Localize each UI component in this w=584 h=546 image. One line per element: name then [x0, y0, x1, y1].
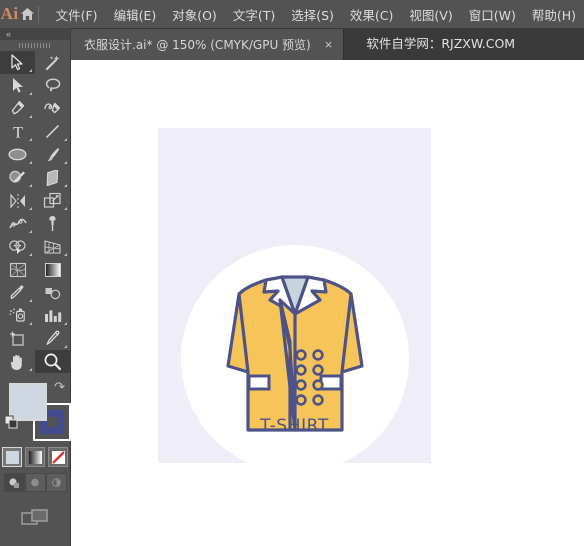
svg-text:T: T — [13, 125, 23, 141]
menu-help[interactable]: 帮助(H) — [524, 0, 584, 28]
symbol-sprayer-tool[interactable] — [0, 304, 35, 327]
flyout-indicator — [29, 138, 32, 141]
free-transform-tool[interactable] — [35, 212, 70, 235]
ellipse-tool[interactable] — [0, 143, 35, 166]
flyout-indicator — [29, 253, 32, 256]
hand-tool[interactable] — [0, 350, 35, 373]
direct-selection-tool[interactable] — [0, 74, 35, 97]
flyout-indicator — [29, 92, 32, 95]
flyout-indicator — [64, 207, 67, 210]
illustrator-window: Ai 文件(F) 编辑(E) 对象(O) 文字(T) 选择(S) 效果(C) 视… — [0, 0, 584, 546]
menu-type[interactable]: 文字(T) — [225, 0, 283, 28]
flyout-indicator — [29, 69, 32, 72]
flyout-indicator — [64, 184, 67, 187]
color-mode-buttons — [0, 447, 70, 467]
flyout-indicator — [64, 138, 67, 141]
flyout-indicator — [29, 368, 32, 371]
document-tab[interactable]: 衣服设计.ai* @ 150% (CMYK/GPU 预览) × — [70, 29, 345, 60]
pen-tool[interactable] — [0, 97, 35, 120]
column-graph-tool[interactable] — [35, 304, 70, 327]
width-tool[interactable] — [0, 212, 35, 235]
flyout-indicator — [29, 299, 32, 302]
none-color-mode[interactable] — [48, 447, 68, 467]
mesh-tool[interactable] — [0, 258, 35, 281]
default-fill-stroke-icon[interactable] — [4, 415, 19, 435]
document-tab-bar: 衣服设计.ai* @ 150% (CMYK/GPU 预览) × 软件自学网：RJ… — [70, 28, 584, 60]
menu-divider — [38, 5, 39, 23]
slice-tool[interactable] — [35, 327, 70, 350]
artwork-label: T-SHIRT — [260, 416, 329, 436]
flyout-indicator — [64, 161, 67, 164]
flyout-indicator — [29, 322, 32, 325]
blend-tool[interactable] — [35, 281, 70, 304]
draw-normal-mode[interactable] — [3, 473, 25, 492]
gradient-color-mode[interactable] — [25, 447, 45, 467]
draw-inside-mode[interactable] — [45, 473, 67, 492]
zoom-tool[interactable] — [35, 350, 70, 373]
artboard[interactable]: T-SHIRT — [158, 128, 431, 473]
flyout-indicator — [29, 230, 32, 233]
line-segment-tool[interactable] — [35, 120, 70, 143]
rotate-reflect-tool[interactable] — [0, 189, 35, 212]
tools-panel-header[interactable]: « — [0, 28, 70, 40]
swap-fill-stroke-icon[interactable]: ↷ — [54, 380, 65, 393]
scale-tool[interactable] — [35, 189, 70, 212]
magic-wand-tool[interactable] — [35, 51, 70, 74]
screen-mode-row — [0, 508, 70, 533]
draw-mode-buttons — [0, 473, 70, 492]
flyout-indicator — [29, 115, 32, 118]
tools-grid: T — [0, 51, 70, 373]
eyedropper-tool[interactable] — [0, 281, 35, 304]
draw-behind-mode[interactable] — [24, 473, 46, 492]
perspective-grid-tool[interactable] — [35, 235, 70, 258]
watermark-label: 软件自学网：RJZXW.COM — [366, 36, 516, 51]
flyout-indicator — [64, 253, 67, 256]
change-screen-mode-button[interactable] — [21, 508, 49, 533]
gradient-tool[interactable] — [35, 258, 70, 281]
flyout-indicator — [64, 345, 67, 348]
menu-file[interactable]: 文件(F) — [48, 0, 106, 28]
tools-panel-grip[interactable] — [0, 40, 70, 51]
paintbrush-tool[interactable] — [35, 143, 70, 166]
menu-select[interactable]: 选择(S) — [283, 0, 342, 28]
menu-effect[interactable]: 效果(C) — [342, 0, 401, 28]
flyout-indicator — [29, 161, 32, 164]
flyout-indicator — [29, 184, 32, 187]
flyout-indicator — [64, 322, 67, 325]
tools-panel: « T ↷ — [0, 28, 71, 546]
shape-builder-tool[interactable] — [0, 235, 35, 258]
close-icon[interactable]: × — [323, 38, 335, 51]
selection-tool[interactable] — [0, 51, 35, 74]
shaper-tool[interactable] — [0, 166, 35, 189]
menu-view[interactable]: 视图(V) — [401, 0, 460, 28]
type-tool[interactable]: T — [0, 120, 35, 143]
collapse-panel-icon[interactable]: « — [6, 29, 11, 39]
menu-window[interactable]: 窗口(W) — [461, 0, 524, 28]
curvature-tool[interactable] — [35, 97, 70, 120]
lasso-tool[interactable] — [35, 74, 70, 97]
home-icon[interactable] — [19, 7, 35, 21]
artboard-tool[interactable] — [0, 327, 35, 350]
ai-logo: Ai — [0, 4, 19, 23]
eraser-tool[interactable] — [35, 166, 70, 189]
menu-bar: Ai 文件(F) 编辑(E) 对象(O) 文字(T) 选择(S) 效果(C) 视… — [0, 0, 584, 28]
solid-color-mode[interactable] — [2, 447, 22, 467]
document-tab-label: 衣服设计.ai* @ 150% (CMYK/GPU 预览) — [84, 38, 311, 52]
flyout-indicator — [29, 207, 32, 210]
menu-edit[interactable]: 编辑(E) — [106, 0, 165, 28]
menu-object[interactable]: 对象(O) — [164, 0, 225, 28]
fill-stroke-swatches: ↷ — [0, 379, 71, 445]
document-canvas[interactable]: T-SHIRT — [71, 60, 584, 546]
